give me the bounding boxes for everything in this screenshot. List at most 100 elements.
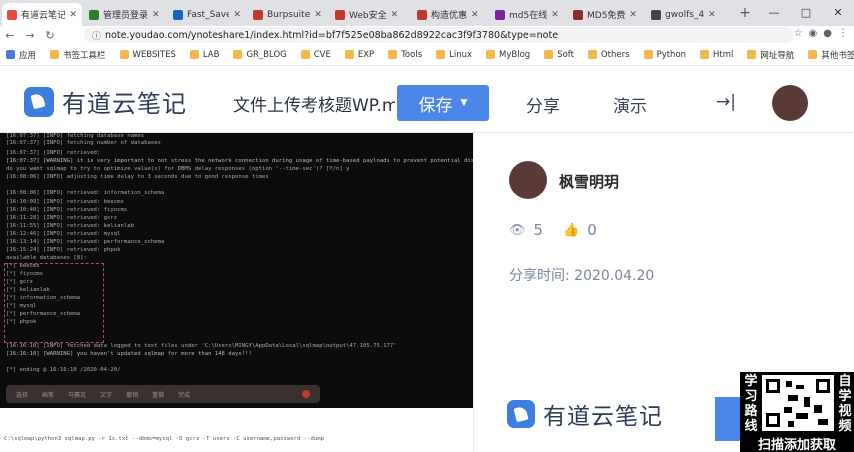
bookmark-folder[interactable]: Python <box>643 49 687 60</box>
profile-icon[interactable]: ● <box>823 28 832 39</box>
tab-label: Web安全 <box>349 11 387 21</box>
bookmark-label: MyBlog <box>499 49 531 60</box>
bookmark-folder[interactable]: EXP <box>344 50 374 60</box>
tab-gwolfs[interactable]: gwolfs_4 ✕ <box>646 3 732 26</box>
terminal-line: [16:08:06] [INFO] retrieved: information… <box>6 190 165 196</box>
page-favicon <box>253 9 263 20</box>
tab-fast-save[interactable]: Fast_Save ✕ <box>168 3 246 26</box>
close-icon[interactable]: ✕ <box>314 10 322 20</box>
info-icon[interactable]: ⓘ <box>92 29 101 42</box>
bookmark-label: WEBSITES <box>132 49 176 60</box>
bookmark-folder[interactable]: GR_BLOG <box>233 50 287 60</box>
bookmark-folder[interactable]: MyBlog <box>486 50 530 60</box>
tab-label: Burpsuite <box>267 9 311 20</box>
thumbs-up-icon[interactable]: 👍 <box>563 223 579 238</box>
address-bar[interactable]: ⓘ note.youdao.com/ynoteshare1/index.html… <box>84 27 794 43</box>
tab-label: Fast_Save <box>187 9 230 20</box>
record-icon[interactable] <box>302 390 310 398</box>
close-icon[interactable]: ✕ <box>152 10 160 20</box>
toolbar-item[interactable]: 重做 <box>152 390 164 399</box>
logo-text: 有道云笔记 <box>62 90 187 118</box>
bookmark-folder[interactable]: Html <box>700 50 733 60</box>
toolbar-item[interactable]: 文字 <box>100 390 112 399</box>
toolbar-item[interactable]: 选择 <box>16 390 28 399</box>
footer-youdao-logo: 有道云笔记 <box>507 397 663 431</box>
terminal-line: [16:10:40] [INFO] retrieved: fiyocms <box>6 207 128 213</box>
tab-md5-online[interactable]: md5在线 ✕ <box>490 3 566 26</box>
apps-icon <box>6 50 15 59</box>
toolbar-item[interactable]: 马赛克 <box>68 390 86 399</box>
tab-web-security[interactable]: Web安全 ✕ <box>330 3 410 26</box>
close-icon[interactable]: ✕ <box>69 10 77 20</box>
minimize-button[interactable]: — <box>758 0 790 26</box>
youdao-logo[interactable]: 有道云笔记 <box>24 84 187 119</box>
tab-construct[interactable]: 构造优惠 ✕ <box>412 3 488 26</box>
folder-icon <box>189 50 199 59</box>
share-button[interactable]: 分享 <box>526 92 560 117</box>
qr-module <box>818 419 828 425</box>
page-favicon <box>495 9 505 20</box>
close-icon[interactable]: ✕ <box>233 10 241 20</box>
navigation-bar: ← → ↻ ⓘ note.youdao.com/ynoteshare1/inde… <box>0 26 854 44</box>
bookmark-folder[interactable]: 其他书签 <box>808 49 854 61</box>
tab-label: 有道云笔记 <box>21 11 66 21</box>
bookmark-folder[interactable]: Others <box>587 50 630 60</box>
page-favicon <box>573 9 583 20</box>
folder-icon <box>700 50 710 59</box>
note-stats: 👁 5 👍 0 <box>509 221 617 239</box>
bookmark-apps[interactable]: 应用 <box>6 49 36 61</box>
bookmark-folder[interactable]: Linux <box>436 50 472 60</box>
bookmark-folder[interactable]: WEBSITES <box>119 49 176 60</box>
reload-button[interactable]: ↻ <box>40 29 60 42</box>
close-icon[interactable]: ✕ <box>629 10 637 20</box>
forward-button[interactable]: → <box>20 29 40 42</box>
bookmark-folder[interactable]: Soft <box>544 50 574 60</box>
bookmark-star-icon[interactable]: ☆ <box>794 28 803 39</box>
promo-char: 学 <box>744 374 758 389</box>
youdao-logo-icon <box>507 400 535 428</box>
page-favicon <box>89 9 99 20</box>
menu-icon[interactable]: ⋮ <box>838 28 848 39</box>
bookmark-folder[interactable]: 网址导航 <box>747 49 794 61</box>
terminal-line: [16:10:09] [INFO] retrieved: beecms <box>6 199 124 205</box>
caret-down-icon: ▼ <box>460 98 468 108</box>
close-icon[interactable]: ✕ <box>471 10 479 20</box>
tab-md5-free[interactable]: MD5免费 ✕ <box>568 3 644 26</box>
folder-icon <box>50 50 60 59</box>
folder-icon <box>233 50 243 59</box>
bookmark-folder[interactable]: CVE <box>300 50 331 60</box>
close-icon[interactable]: ✕ <box>391 10 399 20</box>
tab-youdao[interactable]: 有道云笔记 ✕ <box>2 3 82 26</box>
bookmark-folder[interactable]: Tools <box>388 50 422 60</box>
terminal-line: [16:16:10] [WARNING] you haven't updated… <box>6 351 252 357</box>
toolbar-item[interactable]: 撤销 <box>126 390 138 399</box>
tab-label: gwolfs_4 <box>665 9 705 20</box>
toolbar-item[interactable]: 画笔 <box>42 390 54 399</box>
close-icon[interactable]: ✕ <box>708 10 716 20</box>
view-count: 5 <box>533 221 544 239</box>
save-button[interactable]: 保存 ▼ <box>397 85 489 121</box>
page-favicon <box>173 9 183 20</box>
collapse-sidebar-icon[interactable]: →| <box>716 92 736 112</box>
qr-module <box>786 381 792 387</box>
tab-label: MD5免费 <box>587 11 626 21</box>
bookmark-folder[interactable]: LAB <box>189 50 219 60</box>
close-icon[interactable]: ✕ <box>551 10 559 20</box>
back-button[interactable]: ← <box>0 29 20 42</box>
toolbar-item[interactable]: 完成 <box>178 390 190 399</box>
maximize-button[interactable]: □ <box>790 0 822 26</box>
qr-module <box>796 385 804 389</box>
present-button[interactable]: 演示 <box>613 92 647 117</box>
author-avatar[interactable] <box>509 161 547 199</box>
qr-code[interactable] <box>762 375 834 431</box>
qr-promo-overlay: 学 习 路 线 自 学 视 频 扫描添加获取 <box>740 372 854 452</box>
tab-burpsuite[interactable]: Burpsuite ✕ <box>248 3 328 26</box>
close-window-button[interactable]: ✕ <box>822 0 854 26</box>
extension-icon[interactable]: ◉ <box>809 28 818 39</box>
avatar[interactable] <box>772 85 808 121</box>
bookmark-folder[interactable]: 书签工具栏 <box>50 49 106 61</box>
tab-admin-login[interactable]: 管理员登录 ✕ <box>84 3 166 26</box>
bookmark-label: Python <box>656 49 687 60</box>
terminal-line: [16:15:24] [INFO] retrieved: phpok <box>6 247 121 253</box>
new-tab-button[interactable]: + <box>736 4 754 22</box>
